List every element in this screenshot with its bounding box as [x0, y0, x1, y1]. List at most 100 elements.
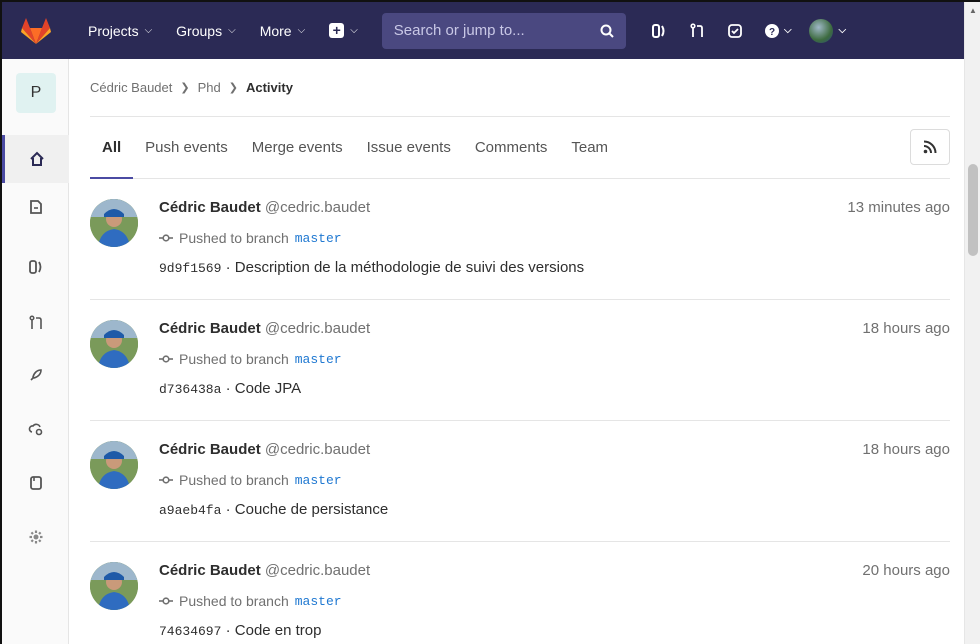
sidebar-item-ci-cd[interactable] — [2, 351, 69, 399]
nav-projects[interactable]: Projects ⌵ — [88, 23, 152, 39]
scroll-up-icon: ▲ — [969, 6, 977, 15]
user-avatar — [809, 18, 834, 43]
rocket-icon — [29, 369, 42, 381]
chevron-down-icon: ⌵ — [350, 25, 358, 36]
branch-link[interactable]: master — [295, 594, 342, 609]
branch-link[interactable]: master — [295, 231, 342, 246]
tab-issue-events[interactable]: Issue events — [355, 117, 463, 179]
cloud-gear-icon — [28, 423, 42, 436]
author-avatar[interactable] — [90, 441, 138, 489]
sidebar-item-overview[interactable] — [2, 135, 69, 183]
author-name[interactable]: Cédric Baudet — [159, 320, 261, 337]
commit-icon — [159, 234, 173, 242]
gitlab-logo-icon — [21, 17, 51, 44]
branch-link[interactable]: master — [295, 352, 342, 367]
tab-comments[interactable]: Comments — [463, 117, 560, 179]
doc-icon — [29, 200, 42, 214]
vertical-scrollbar[interactable]: ▲ — [964, 2, 980, 644]
gitlab-logo[interactable] — [2, 2, 70, 59]
commit-separator: · — [225, 501, 231, 518]
scrollbar-thumb[interactable] — [968, 164, 978, 256]
event-time: 18 hours ago — [862, 441, 950, 458]
chevron-down-icon: ⌵ — [144, 25, 153, 36]
author-avatar[interactable] — [90, 320, 138, 368]
breadcrumb-project[interactable]: Phd — [198, 80, 221, 95]
top-navbar: Projects ⌵ Groups ⌵ More ⌵ + ⌵ ? ⌵ ⌵ — [2, 2, 980, 59]
user-menu-button[interactable]: ⌵ — [804, 13, 852, 49]
commit-message: Description de la méthodologie de suivi … — [234, 259, 585, 276]
sidebar-item-merge-requests[interactable] — [2, 299, 69, 347]
merge-request-icon — [28, 315, 42, 329]
breadcrumb: Cédric Baudet ❯ Phd ❯ Activity — [90, 59, 950, 117]
sidebar-item-repository[interactable] — [2, 183, 69, 231]
commit-sha[interactable]: 74634697 — [159, 624, 221, 639]
home-icon — [30, 151, 44, 166]
commit-message: Code JPA — [234, 380, 302, 397]
svg-text:?: ? — [769, 27, 775, 38]
tab-all[interactable]: All — [90, 117, 134, 179]
event-author: Cédric Baudet @cedric.baudet — [159, 562, 370, 579]
plus-square-icon: + — [329, 23, 345, 38]
author-handle[interactable]: @cedric.baudet — [265, 199, 370, 216]
author-name[interactable]: Cédric Baudet — [159, 562, 261, 579]
author-handle[interactable]: @cedric.baudet — [265, 562, 370, 579]
event-action-text: Pushed to branch — [179, 351, 289, 367]
tab-team[interactable]: Team — [559, 117, 620, 179]
issues-nav-button[interactable] — [642, 13, 676, 49]
event-action: Pushed to branch master — [159, 472, 342, 488]
breadcrumb-user[interactable]: Cédric Baudet — [90, 80, 172, 95]
event-author: Cédric Baudet @cedric.baudet — [159, 320, 370, 337]
new-item-button[interactable]: + ⌵ — [329, 23, 358, 38]
author-handle[interactable]: @cedric.baudet — [265, 441, 370, 458]
merge-requests-nav-button[interactable] — [680, 13, 714, 49]
author-avatar[interactable] — [90, 562, 138, 610]
author-photo — [90, 441, 138, 489]
todos-nav-button[interactable] — [718, 13, 752, 49]
tab-push-events[interactable]: Push events — [133, 117, 240, 179]
chevron-down-icon: ⌵ — [783, 25, 792, 36]
commit-sha[interactable]: 9d9f1569 — [159, 261, 221, 276]
commit-sha[interactable]: a9aeb4fa — [159, 503, 221, 518]
sidebar-item-issues[interactable] — [2, 243, 69, 291]
author-photo — [90, 320, 138, 368]
author-name[interactable]: Cédric Baudet — [159, 441, 261, 458]
project-sidebar: P — [2, 59, 69, 644]
search-box[interactable] — [381, 12, 626, 49]
commit-sha[interactable]: d736438a — [159, 382, 221, 397]
help-nav-button[interactable]: ? ⌵ — [756, 13, 800, 49]
nav-more[interactable]: More ⌵ — [260, 23, 306, 39]
nav-groups-label: Groups — [176, 22, 223, 39]
breadcrumb-current[interactable]: Activity — [246, 80, 293, 95]
event-item: Cédric Baudet @cedric.baudet 13 minutes … — [90, 179, 950, 300]
nav-groups[interactable]: Groups ⌵ — [176, 23, 236, 39]
commit-icon — [159, 355, 173, 363]
commit-icon — [159, 476, 173, 484]
rss-icon — [923, 140, 937, 154]
event-action: Pushed to branch master — [159, 593, 342, 609]
commit-line: d736438a · Code JPA — [159, 380, 301, 397]
author-avatar[interactable] — [90, 199, 138, 247]
author-photo — [90, 562, 138, 610]
commit-separator: · — [225, 622, 231, 639]
rss-feed-button[interactable] — [910, 129, 950, 165]
chevron-down-icon: ⌵ — [228, 25, 236, 36]
author-handle[interactable]: @cedric.baudet — [265, 320, 370, 337]
branch-link[interactable]: master — [295, 473, 342, 488]
author-name[interactable]: Cédric Baudet — [159, 199, 261, 216]
nav-more-label: More — [259, 22, 292, 39]
tab-merge-events[interactable]: Merge events — [240, 117, 355, 179]
search-input[interactable] — [393, 22, 600, 39]
event-time: 18 hours ago — [862, 320, 950, 337]
event-time: 20 hours ago — [862, 562, 950, 579]
sidebar-item-settings[interactable] — [2, 513, 69, 561]
sidebar-item-operations[interactable] — [2, 405, 69, 453]
help-icon: ? — [764, 23, 779, 38]
commit-separator: · — [225, 380, 231, 397]
merge-request-icon — [690, 22, 703, 37]
activity-tabs: All Push events Merge events Issue event… — [90, 117, 950, 179]
main-content: Cédric Baudet ❯ Phd ❯ Activity All Push … — [90, 59, 950, 644]
sidebar-item-wiki[interactable] — [2, 459, 69, 507]
chevron-down-icon: ⌵ — [838, 25, 847, 36]
event-action-text: Pushed to branch — [179, 472, 289, 488]
project-avatar[interactable]: P — [16, 73, 56, 113]
